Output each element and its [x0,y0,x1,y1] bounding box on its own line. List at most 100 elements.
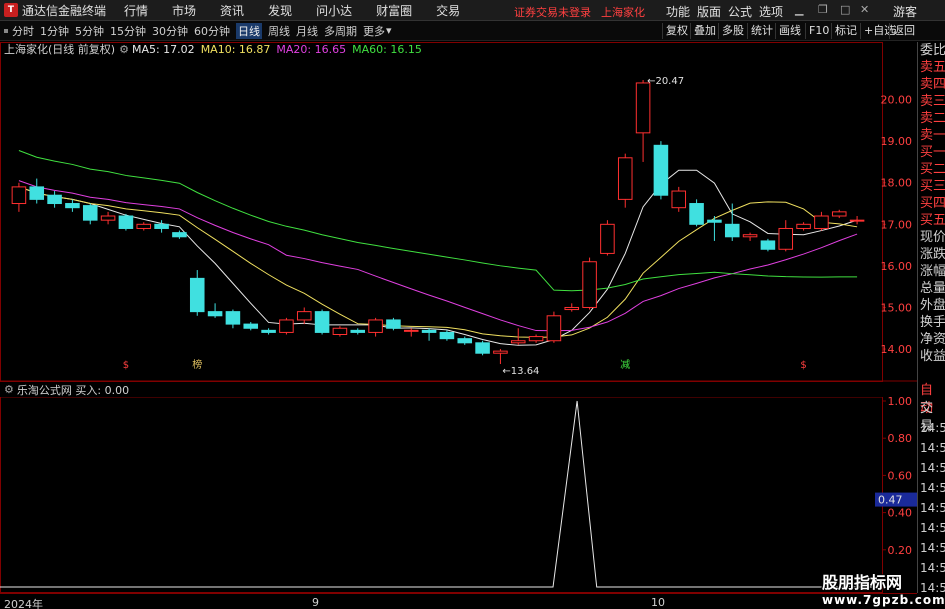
menu-functions[interactable]: 功能 [666,3,690,20]
candle-body [118,215,134,229]
period-tab-1min[interactable]: 1分钟 [40,23,69,39]
candle-body [814,215,829,229]
indicator-label: 乐淘公式网 买入: 0.00 [16,383,130,397]
candle-body [831,211,847,217]
quote-item: 总量 [920,281,945,296]
tick-list: 14:5614:5614:5614:5614:5614:5614:5614:56… [918,418,945,593]
period-tab-daily[interactable]: 日线 [236,22,262,39]
tick-time: 14:56 [920,521,945,535]
candle-body [225,311,241,325]
menu-ask[interactable]: 问小达 [316,2,352,19]
y-tick-label: 14.00 [881,343,913,356]
login-notice[interactable]: 证券交易未登录 上海家化 [514,4,655,20]
quote-item: 涨跌 [920,247,945,262]
quote-item: 买五 [920,213,945,228]
candle-body [207,311,223,317]
mark-button[interactable]: 标记 [831,23,860,39]
candle-body [314,311,330,333]
menu-market[interactable]: 市场 [172,2,196,19]
menu-news[interactable]: 资讯 [220,2,244,19]
period-tab-5min[interactable]: 5分钟 [75,23,104,39]
settings-gear-icon[interactable]: ⚙ [119,43,129,56]
minimize-icon[interactable]: ▁ [795,3,803,16]
period-tab-more[interactable]: 更多 [363,23,385,39]
menu-formula[interactable]: 公式 [728,3,752,20]
quote-item: 外盘 [920,298,945,313]
overlay-button[interactable]: 叠加 [690,23,719,39]
app-logo-icon: T [4,3,18,17]
candle-body [421,329,437,333]
close-icon[interactable]: ✕ [860,3,869,16]
auto-trade-link[interactable]: 自动 [918,382,945,416]
candle-body [11,186,27,205]
period-tab-weekly[interactable]: 周线 [268,23,290,39]
candle-body [849,219,865,222]
y-tick-label: 16.00 [881,260,913,273]
period-tab-30min[interactable]: 30分钟 [152,23,188,39]
indicator-gear-icon[interactable]: ⚙ [4,383,14,396]
candle-body [403,329,419,332]
menu-wealth-circle[interactable]: 财富圈 [376,2,412,19]
quote-item: 卖四 [920,77,945,92]
quote-item: 收益 [920,349,945,364]
restore-icon[interactable]: ❐ [818,3,828,16]
quote-panel: 委比 卖五 卖四 卖三 卖二 卖一 买一 买二 买三 买四 买五 现价 涨跌 涨幅 总量 外盘 换手 净资 收益 [917,42,945,382]
x-label-2024: 2024年 [4,598,43,609]
menu-layout[interactable]: 版面 [697,3,721,20]
candle-body [617,157,633,200]
ma5-label: MA5: 17.02 [131,42,195,56]
period-tab-15min[interactable]: 15分钟 [110,23,146,39]
guest-user[interactable]: 游客 [893,3,917,20]
menu-options[interactable]: 选项 [759,3,783,20]
candle-body [493,350,508,354]
indicator-chart[interactable]: 1.00 0.80 0.60 0.40 0.20 0.47 [0,397,917,593]
period-tab-timeshare[interactable]: 分时 [12,23,34,39]
chart-frame [0,42,883,382]
menu-trade[interactable]: 交易 [436,2,460,19]
quote-item: 卖五 [920,60,945,75]
candle-body [172,232,187,238]
ind-y-tick-label: 0.40 [888,507,913,520]
quote-item: 涨幅 [920,264,945,279]
candle-body [689,203,704,225]
ind-y-tick-label: 0.20 [888,544,913,557]
period-tab-monthly[interactable]: 月线 [296,23,318,39]
auto-trade-panel: 自动 交易 14:56 14:56 14:56 14:56 14:56 14:56 14:5… [917,382,945,593]
ma-line-10 [18,186,858,338]
adjust-button[interactable]: 复权 [662,23,691,39]
candle-body [796,223,811,229]
candle-body [439,331,455,340]
candle-body [100,215,116,221]
watermark-title: 股朋指标网 [822,573,903,592]
more-dropdown-icon[interactable]: ▾ [386,24,392,37]
candle-body [778,227,794,250]
candle-body [350,329,366,333]
quote-item: 买四 [920,196,945,211]
menu-market-quotes[interactable]: 行情 [124,2,148,19]
candle-body [332,327,348,335]
statistics-button[interactable]: 统计 [747,23,776,39]
candle-body [600,223,615,254]
quote-item: 买三 [920,179,945,194]
period-tab-multi[interactable]: 多周期 [324,23,357,39]
y-tick-label: 20.00 [881,94,913,107]
candle-body [457,338,473,344]
trade-login-status: 证券交易未登录 [514,6,591,19]
candle-body [546,315,562,342]
draw-line-button[interactable]: 画线 [775,23,804,39]
current-stock-notice: 上海家化 [601,6,645,19]
candle-body [47,194,62,205]
maximize-icon[interactable]: □ [840,3,850,16]
tick-time: 14:56 [920,501,945,515]
period-toolbar: 分时 1分钟 5分钟 15分钟 30分钟 60分钟 日线 周线 月线 多周期 更… [0,21,945,41]
multi-stock-button[interactable]: 多股 [718,23,747,39]
f10-button[interactable]: F10 [805,23,832,39]
x-label-sep: 9 [312,596,319,609]
ma20-label: MA20: 16.65 [276,42,347,56]
period-tab-60min[interactable]: 60分钟 [194,23,230,39]
menu-discover[interactable]: 发现 [268,2,292,19]
trade-link[interactable]: 交易 [918,400,945,434]
ind-y-tick-label: 1.00 [888,397,913,408]
kline-chart[interactable]: 14.00 15.00 16.00 17.00 18.00 19.00 20.00 ←20.4… [0,42,917,382]
back-button[interactable]: 返回 [889,23,918,39]
